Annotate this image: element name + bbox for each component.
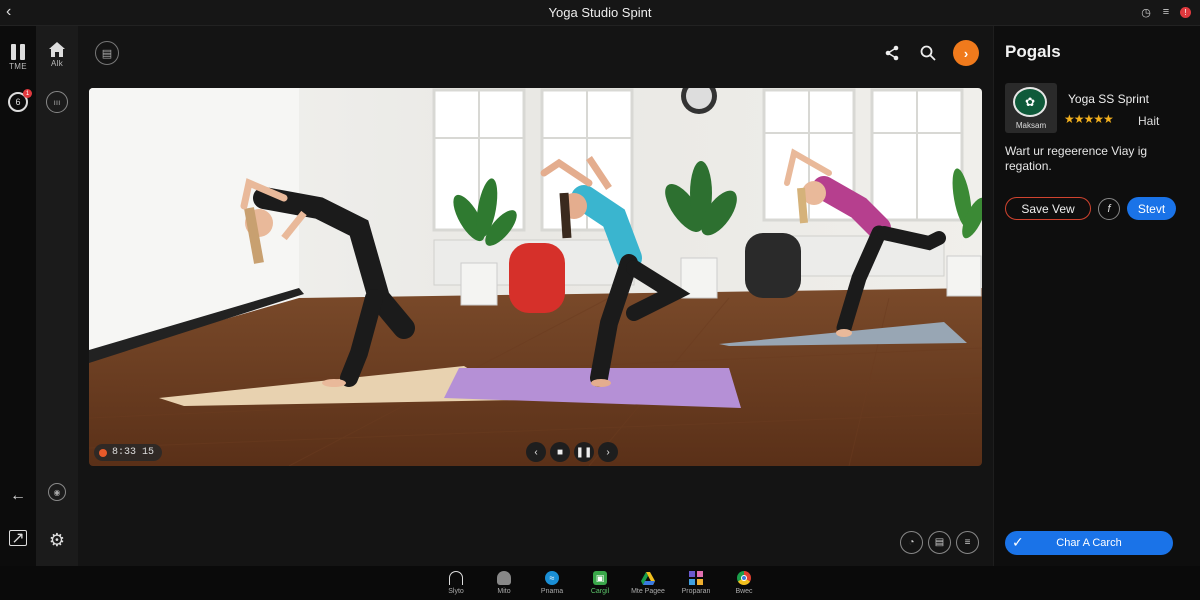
video-player[interactable]: 8:33 15 ‹ ■ ❚❚ ›	[89, 88, 982, 466]
taskbar-label: Mito	[497, 588, 511, 595]
taskbar-item-mte-pagee[interactable]: Mte Pagee	[624, 566, 672, 600]
checkmark-icon: ✓	[1012, 534, 1024, 550]
timer-icon: ◔	[908, 537, 915, 548]
item-name: Yoga SS Sprint	[1068, 92, 1149, 106]
secondary-rail: Alk ııı ◉ ⚙	[36, 26, 78, 566]
brand-logo-icon: ✿	[1013, 87, 1047, 117]
rating-text: Hait	[1138, 114, 1160, 128]
taskbar-label: Pnama	[540, 588, 564, 595]
taskbar-label: Cargil	[590, 588, 610, 595]
record-circle-icon: ◉	[48, 483, 66, 501]
search-icon[interactable]	[917, 42, 939, 64]
chrome-icon	[737, 571, 751, 585]
chat-button-label: Char A Carch	[1056, 537, 1122, 549]
gear-icon: ⚙	[48, 530, 66, 550]
bottom-right-tools: ◔ ▤ ≡	[900, 531, 979, 554]
grid-icon	[689, 571, 703, 585]
record-icon[interactable]: !	[1180, 7, 1191, 18]
left-arrow-icon: ←	[10, 487, 26, 504]
item-description: Wart ur regeerence Viay ig regation.	[1005, 144, 1148, 173]
stop-button[interactable]: ■	[550, 442, 570, 462]
notification-badge: 1	[23, 89, 32, 98]
taskbar-item-bwec[interactable]: Bwec	[720, 566, 768, 600]
settings-button[interactable]: ⚙	[36, 530, 78, 551]
taskbar-label: Mte Pagee	[631, 588, 665, 595]
timestamp-text: 8:33 15	[112, 447, 155, 458]
previous-button[interactable]: ‹	[526, 442, 546, 462]
clock-icon[interactable]: ◷	[1139, 5, 1153, 19]
main-area: ▤ › 8:33 15 ‹ ■ ❚❚ › ◔ ▤ ≡	[78, 26, 993, 566]
rail-item-record[interactable]: ◉	[36, 483, 78, 501]
rail-item-home[interactable]: Alk	[36, 42, 78, 68]
thumbnail-caption: Maksam	[1015, 121, 1047, 130]
share-icon[interactable]	[881, 42, 903, 64]
taskbar-item-cargil[interactable]: ▣ Cargil	[576, 566, 624, 600]
action-row: Save Vew f Stevt	[1005, 197, 1176, 220]
panel-title: Pogals	[1005, 42, 1061, 61]
playlist-button[interactable]: ▤	[928, 531, 951, 554]
back-arrow-button[interactable]: ←	[0, 487, 36, 505]
pause-icon	[11, 44, 25, 60]
menu-icon[interactable]: ≡	[1159, 5, 1173, 19]
wave-icon: ≈	[545, 571, 559, 585]
back-arrow-icon[interactable]: ‹	[6, 3, 11, 21]
export-icon: ↗	[9, 530, 27, 547]
headphones-icon	[449, 571, 463, 585]
taskbar-label: Bwec	[735, 588, 753, 595]
rail-item-timer[interactable]: 6 1	[0, 89, 36, 112]
rail-item-label: TME	[9, 62, 27, 71]
taskbar-item-mito[interactable]: Mito	[480, 566, 528, 600]
taskbar-label: Proparan	[681, 588, 711, 595]
taskbar-item-slyto[interactable]: Slyto	[432, 566, 480, 600]
taskbar-item-proparan[interactable]: Proparan	[672, 566, 720, 600]
primary-rail: TME 6 1 ← ↗	[0, 26, 36, 566]
next-button[interactable]: ›	[953, 40, 979, 66]
library-icon: ▤	[101, 47, 113, 60]
library-button[interactable]: ▤	[95, 41, 119, 65]
chevron-right-icon: ›	[963, 45, 969, 61]
start-button[interactable]: Stevt	[1127, 197, 1176, 220]
yoga-studio-scene	[89, 88, 982, 466]
window-title: Yoga Studio Spint	[548, 5, 652, 20]
timer-icon: 6 1	[8, 89, 32, 112]
chevron-right-icon: ›	[606, 446, 610, 458]
pause-icon: ❚❚	[575, 446, 593, 458]
home-icon	[49, 42, 65, 57]
title-bar: ‹ Yoga Studio Spint ◷ ≡ !	[0, 0, 1200, 26]
rail-item-time[interactable]: TME	[0, 44, 36, 71]
taskbar-label: Slyto	[448, 588, 464, 595]
stop-icon: ■	[556, 446, 564, 458]
playback-timestamp: 8:33 15	[94, 444, 163, 461]
save-view-button[interactable]: Save Vew	[1005, 197, 1091, 220]
next-button[interactable]: ›	[598, 442, 618, 462]
share-out-button[interactable]: ↗	[0, 530, 36, 547]
taskbar-item-pnama[interactable]: ≈ Pnama	[528, 566, 576, 600]
live-dot-icon	[99, 448, 107, 457]
pause-button[interactable]: ❚❚	[574, 442, 594, 462]
chat-button[interactable]: ✓ Char A Carch	[1005, 531, 1173, 555]
star-rating: ★★★★★	[1064, 112, 1114, 126]
list-icon: ▤	[934, 537, 945, 548]
top-toolbar: ›	[881, 40, 979, 66]
menu-button[interactable]: ≡	[956, 531, 979, 554]
drive-icon	[641, 571, 655, 585]
taskbar: Slyto Mito ≈ Pnama ▣ Cargil Mte Pagee Pr…	[0, 566, 1200, 600]
player-controls: ‹ ■ ❚❚ ›	[526, 442, 618, 462]
facebook-button[interactable]: f	[1098, 197, 1120, 220]
menu-icon: ≡	[964, 537, 971, 548]
chevron-left-icon: ‹	[534, 446, 538, 458]
right-panel: Pogals ✿ Maksam Yoga SS Sprint ★★★★★ Hai…	[993, 26, 1200, 566]
timer-button[interactable]: ◔	[900, 531, 923, 554]
rail-item-label: Alk	[50, 59, 63, 68]
person-icon	[497, 571, 511, 585]
rail-item-activity[interactable]: ııı	[36, 91, 78, 113]
activity-icon: ııı	[46, 91, 68, 113]
cart-icon: ▣	[593, 571, 607, 585]
item-thumbnail[interactable]: ✿ Maksam	[1005, 83, 1057, 133]
